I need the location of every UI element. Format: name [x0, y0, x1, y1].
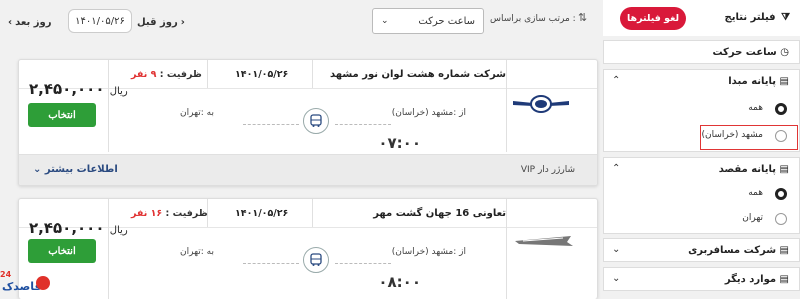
- trip-date: ۱۴۰۱/۰۵/۲۶: [235, 69, 289, 80]
- chevron-down-icon: ⌄: [381, 16, 389, 26]
- chevron-up-icon[interactable]: ⌃: [612, 75, 620, 86]
- filter-company[interactable]: ⌄ شرکت مسافربری ▤: [603, 238, 800, 262]
- chevron-down-icon: ⌄: [33, 164, 42, 175]
- filter-destination-terminal: ⌃ پایانه مقصد ▤ همه تهران: [603, 157, 800, 234]
- trip-card: ۲,۴۵۰,۰۰۰ ریال انتخاب ظرفیت : ۹ نفر ۱۴۰۱…: [18, 59, 598, 186]
- trip-card: ۲,۴۵۰,۰۰۰ ریال انتخاب ظرفیت : ۱۶ نفر ۱۴۰…: [18, 198, 598, 299]
- dest-option-all: همه: [748, 188, 763, 198]
- document-icon: ▤: [779, 274, 789, 285]
- filter-other[interactable]: ⌄ موارد دیگر ▤: [603, 267, 800, 291]
- company-name: شرکت شماره هشت لوان نور مشهد: [329, 69, 506, 80]
- dest-option-tehran: تهران: [742, 213, 763, 223]
- destination: به :تهران: [180, 247, 214, 257]
- sort-select[interactable]: ⌄ ساعت حرکت: [372, 8, 484, 34]
- filter-sidebar: فیلتر نتایج ⧩ لغو فیلترها ساعت حرکت ◷ ⌃ …: [603, 0, 800, 299]
- filter-icon: ⧩: [781, 12, 790, 23]
- more-info-link[interactable]: ⌄ اطلاعات بیشتر: [33, 164, 118, 175]
- origin-option-mashhad: مشهد (خراسان): [701, 130, 763, 140]
- sort-label: مرتب سازی براساس :: [490, 14, 576, 24]
- capacity: ظرفیت : ۹ نفر: [131, 69, 202, 80]
- bus-icon: [303, 247, 329, 273]
- bus-icon: [303, 108, 329, 134]
- company-logo: [513, 233, 575, 249]
- document-icon: ▤: [779, 245, 789, 256]
- trip-date: ۱۴۰۱/۰۵/۲۶: [235, 208, 289, 219]
- sort-icon: ⇅: [578, 11, 588, 24]
- filter-header: فیلتر نتایج ⧩ لغو فیلترها: [603, 0, 800, 36]
- document-icon: ▤: [779, 76, 789, 87]
- select-trip-button[interactable]: انتخاب: [28, 103, 96, 127]
- chevron-down-icon: ⌄: [612, 273, 621, 284]
- origin: از :مشهد (خراسان): [391, 108, 466, 118]
- origin-radio-mashhad[interactable]: [775, 130, 787, 142]
- filter-title: فیلتر نتایج ⧩: [724, 12, 790, 23]
- clock-icon: ◷: [780, 47, 789, 58]
- company-logo: [513, 92, 569, 116]
- sort-selected-value: ساعت حرکت: [418, 15, 475, 27]
- trip-price: ۲,۴۵۰,۰۰۰ ریال: [29, 219, 128, 237]
- destination: به :تهران: [180, 108, 214, 118]
- departure-time: ۰۷:۰۰: [378, 134, 421, 152]
- next-day-button[interactable]: ‹ روز بعد: [8, 11, 52, 33]
- chevron-right-icon: ›: [180, 16, 185, 28]
- clear-filters-button[interactable]: لغو فیلترها: [620, 7, 686, 30]
- prev-day-button[interactable]: روز قبل ›: [137, 11, 185, 33]
- trip-price: ۲,۴۵۰,۰۰۰ ریال: [29, 80, 128, 98]
- filter-origin-terminal: ⌃ پایانه مبدا ▤ همه مشهد (خراسان): [603, 69, 800, 152]
- dest-radio-tehran[interactable]: [775, 213, 787, 225]
- filter-departure-time[interactable]: ساعت حرکت ◷: [603, 40, 800, 64]
- features-text: VIP شارژر دار: [520, 165, 575, 175]
- card-footer: ⌄ اطلاعات بیشتر VIP شارژر دار: [19, 154, 597, 185]
- capacity: ظرفیت : ۱۶ نفر: [131, 208, 208, 219]
- select-trip-button[interactable]: انتخاب: [28, 239, 96, 263]
- brand-logo: 24 قاصدک: [0, 270, 50, 298]
- date-display[interactable]: ۱۴۰۱/۰۵/۲۶: [68, 9, 132, 33]
- origin: از :مشهد (خراسان): [391, 247, 466, 257]
- chevron-down-icon: ⌄: [612, 244, 621, 255]
- company-name: تعاونی 16 جهان گشت مهر: [373, 208, 506, 219]
- chevron-up-icon[interactable]: ⌃: [612, 163, 620, 174]
- document-icon: ▤: [779, 164, 789, 175]
- chevron-left-icon: ‹: [8, 16, 13, 28]
- results-toolbar: ‹ روز بعد ۱۴۰۱/۰۵/۲۶ روز قبل › ⌄ ساعت حر…: [0, 0, 598, 44]
- departure-time: ۰۸:۰۰: [378, 273, 421, 291]
- dest-radio-all[interactable]: [775, 188, 787, 200]
- origin-option-all: همه: [748, 103, 763, 113]
- logo-mark-icon: [36, 276, 50, 290]
- origin-radio-all[interactable]: [775, 103, 787, 115]
